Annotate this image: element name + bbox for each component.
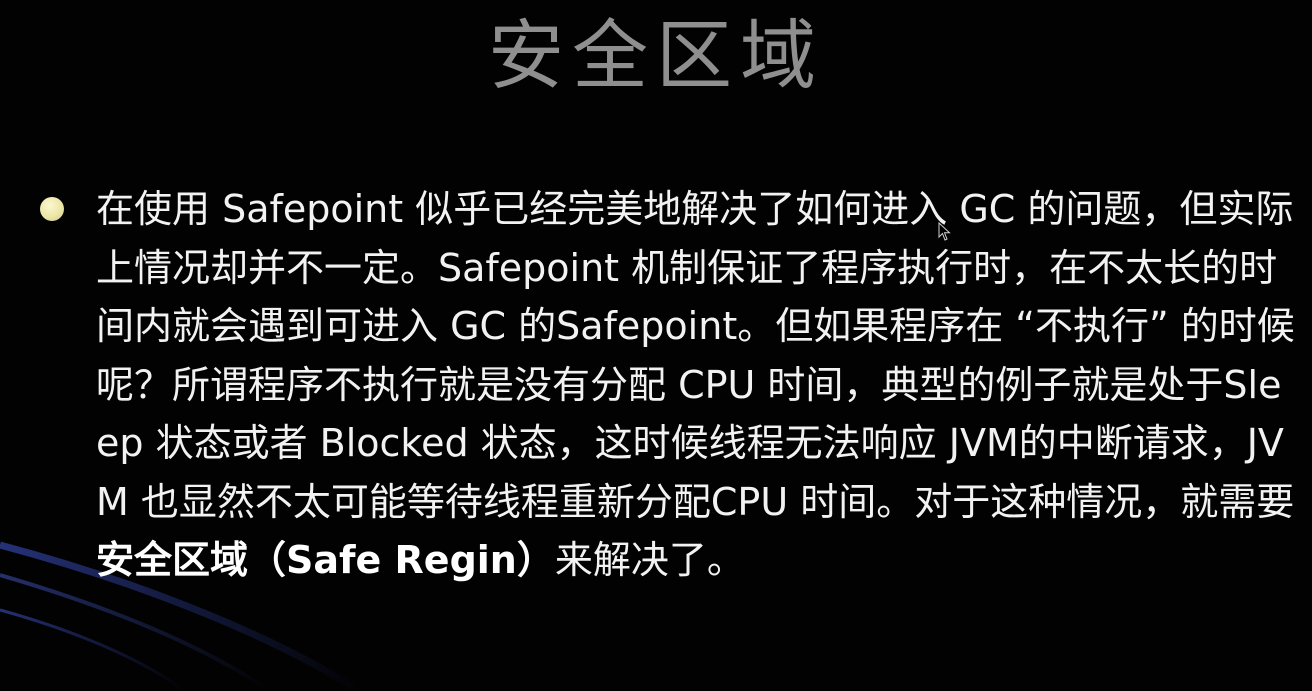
body-tail: 来解决了。 — [554, 538, 745, 582]
body-emphasis: 安全区域（Safe Regin） — [96, 538, 555, 582]
body-text: 在使用 Safepoint 似乎已经完美地解决了如何进入 GC 的问题，但实际上… — [96, 187, 1295, 524]
slide-title: 安全区域 — [488, 11, 824, 100]
bullet-dot-icon — [40, 197, 64, 221]
slide: 安全区域 在使用 Safepoint 似乎已经完美地解决了如何进入 GC 的问题… — [0, 0, 1312, 691]
mouse-pointer-icon — [938, 222, 951, 241]
slide-body-paragraph: 在使用 Safepoint 似乎已经完美地解决了如何进入 GC 的问题，但实际上… — [96, 180, 1301, 590]
